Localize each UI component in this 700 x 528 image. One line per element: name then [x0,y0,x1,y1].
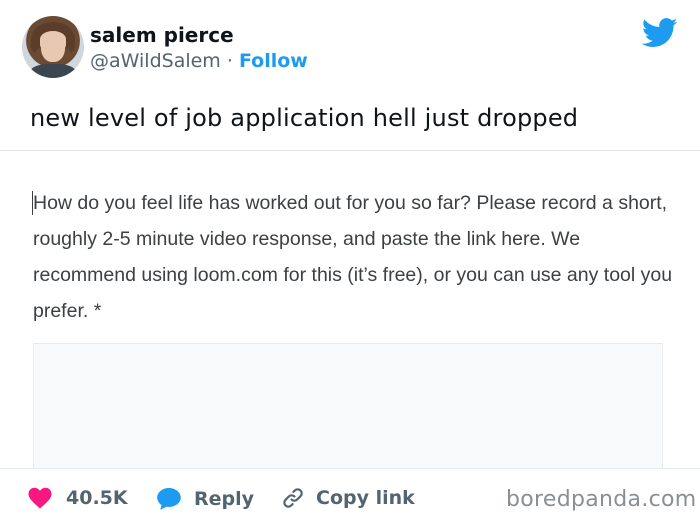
twitter-bird-icon[interactable] [642,18,678,48]
tweet-header: salem pierce @aWildSalem · Follow [0,0,700,100]
watermark: boredpanda.com [506,487,697,512]
reply-bubble-icon [157,488,181,510]
heart-icon [28,487,52,509]
handle-separator: · [226,50,233,72]
author-display-name[interactable]: salem pierce [90,23,234,47]
avatar[interactable] [22,16,84,78]
reply-label: Reply [194,488,255,510]
tweet-media-screenshot[interactable]: How do you feel life has worked out for … [0,150,700,468]
like-button[interactable]: 40.5K [28,487,128,509]
author-handle-row: @aWildSalem · Follow [90,50,308,72]
like-count: 40.5K [66,487,128,509]
form-answer-field[interactable] [33,343,663,468]
tweet-card: salem pierce @aWildSalem · Follow new le… [0,0,700,528]
follow-button[interactable]: Follow [239,50,308,72]
copy-link-label: Copy link [316,487,415,509]
reply-button[interactable]: Reply [156,487,254,511]
author-handle[interactable]: @aWildSalem [90,50,221,72]
avatar-shirt [30,64,76,78]
copy-link-button[interactable]: Copy link [282,487,415,509]
avatar-face [41,32,65,62]
link-icon [283,488,303,508]
tweet-text: new level of job application hell just d… [30,104,579,132]
form-question-text: How do you feel life has worked out for … [33,192,673,322]
